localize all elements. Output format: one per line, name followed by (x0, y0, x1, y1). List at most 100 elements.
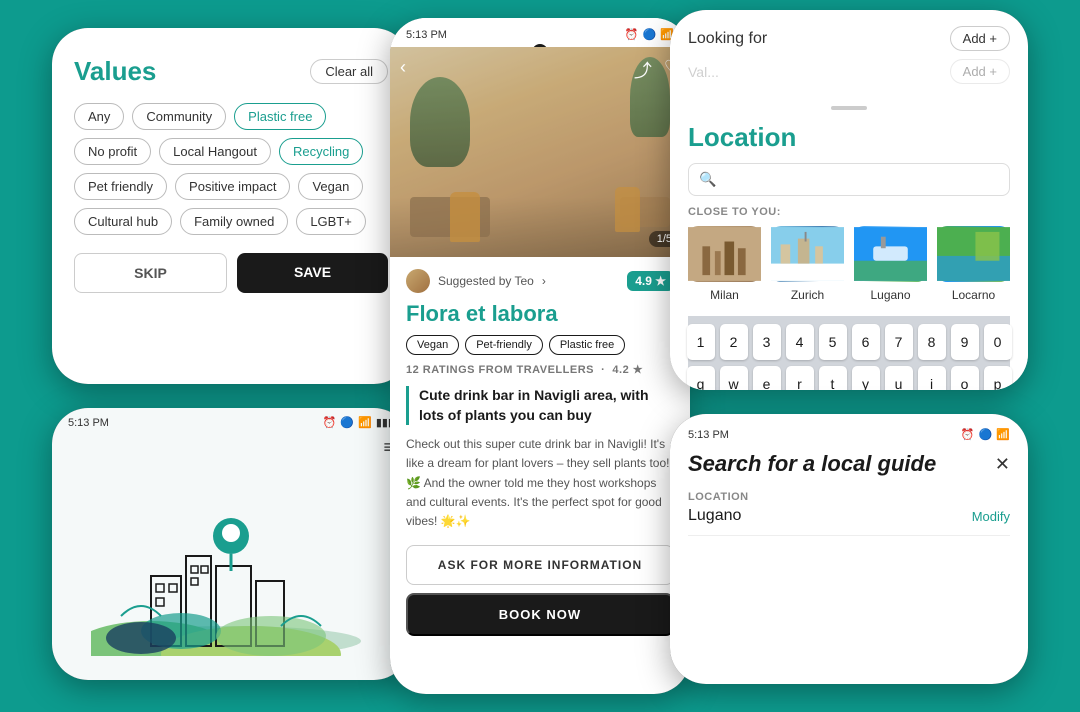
status-bar: 5:13 PM ⏰🔵📶▮▮▮ (52, 408, 410, 433)
city-milan-image (688, 226, 761, 282)
status-icons: ⏰🔵📶▮▮▮ (323, 416, 394, 429)
keyboard: 1 2 3 4 5 6 7 8 9 0 q w e r t y (688, 316, 1010, 390)
hamburger-menu[interactable]: ≡ (52, 433, 410, 466)
city-zurich-image (771, 226, 844, 282)
key-r[interactable]: r (786, 366, 814, 390)
tag-community[interactable]: Community (132, 103, 226, 130)
sheet-handle (831, 106, 867, 110)
suggested-by-text: Suggested by Teo (438, 274, 534, 288)
key-3[interactable]: 3 (753, 324, 781, 360)
restaurant-image: ‹ ⤴ ♡ 1/5 (390, 47, 690, 257)
city-lugano[interactable]: Lugano (854, 226, 927, 304)
key-9[interactable]: 9 (951, 324, 979, 360)
key-q[interactable]: q (687, 366, 715, 390)
city-lugano-name: Lugano (870, 288, 910, 302)
location-header: Looking for Add + Val... Add + (670, 10, 1028, 84)
key-0[interactable]: 0 (984, 324, 1012, 360)
values-tags: Any Community Plastic free No profit Loc… (74, 103, 388, 235)
location-sheet: Location 🔍 CLOSE TO YOU: Milan Zurich (670, 92, 1028, 390)
place-name: Flora et labora (406, 301, 674, 327)
looking-for-row: Looking for Add + (688, 26, 1010, 51)
add-button[interactable]: Add + (950, 26, 1010, 51)
suggested-row: Suggested by Teo › 4.9 ★ (406, 269, 674, 293)
tag-recycling[interactable]: Recycling (279, 138, 363, 165)
key-o[interactable]: o (951, 366, 979, 390)
close-button[interactable]: ✕ (995, 454, 1010, 475)
cities-row: Milan Zurich Lugano (688, 226, 1010, 304)
detail-status-icons: ⏰🔵📶 (625, 28, 674, 41)
tag-no-profit[interactable]: No profit (74, 138, 151, 165)
tag-cultural-hub[interactable]: Cultural hub (74, 208, 172, 235)
save-button[interactable]: SAVE (237, 253, 388, 293)
clear-all-button[interactable]: Clear all (310, 59, 388, 84)
tag-any[interactable]: Any (74, 103, 124, 130)
place-quote: Cute drink bar in Navigli area, with lot… (406, 386, 674, 425)
illustration-area (52, 466, 410, 666)
location-title: Location (688, 122, 1010, 153)
looking-for-label: Looking for (688, 30, 767, 48)
detail-phone: 5:13 PM ⏰🔵📶 ‹ ⤴ ♡ 1/5 (390, 18, 690, 694)
city-zurich[interactable]: Zurich (771, 226, 844, 304)
place-tag-vegan[interactable]: Vegan (406, 335, 459, 355)
modify-button[interactable]: Modify (972, 509, 1010, 524)
key-w[interactable]: w (720, 366, 748, 390)
detail-content: Suggested by Teo › 4.9 ★ Flora et labora… (390, 257, 690, 694)
city-milan[interactable]: Milan (688, 226, 761, 304)
city-locarno[interactable]: Locarno (937, 226, 1010, 304)
ratings-count: 12 RATINGS FROM TRAVELLERS (406, 364, 594, 376)
key-i[interactable]: i (918, 366, 946, 390)
key-y[interactable]: y (852, 366, 880, 390)
add-label: Add + (963, 31, 997, 46)
search-status-time: 5:13 PM (688, 429, 729, 441)
tag-local-hangout[interactable]: Local Hangout (159, 138, 271, 165)
back-button[interactable]: ‹ (400, 57, 406, 78)
key-6[interactable]: 6 (852, 324, 880, 360)
tag-pet-friendly[interactable]: Pet friendly (74, 173, 167, 200)
tag-plastic-free[interactable]: Plastic free (234, 103, 326, 130)
share-button[interactable]: ⤴ (634, 57, 652, 83)
book-now-button[interactable]: BOOK NOW (406, 593, 674, 636)
add-button-2[interactable]: Add + (950, 59, 1010, 84)
tag-lgbt[interactable]: LGBT+ (296, 208, 366, 235)
key-p[interactable]: p (984, 366, 1012, 390)
search-guide-phone: 5:13 PM ⏰🔵📶 Search for a local guide ✕ L… (670, 414, 1028, 684)
keyboard-row-numbers: 1 2 3 4 5 6 7 8 9 0 (692, 324, 1006, 360)
city-milan-name: Milan (710, 288, 739, 302)
chevron-right-icon: › (542, 274, 546, 288)
suggested-info: Suggested by Teo › (406, 269, 546, 293)
key-u[interactable]: u (885, 366, 913, 390)
values-title: Values (74, 56, 156, 87)
place-description: Check out this super cute drink bar in N… (406, 435, 674, 531)
search-icon: 🔍 (699, 171, 716, 188)
key-5[interactable]: 5 (819, 324, 847, 360)
tag-family-owned[interactable]: Family owned (180, 208, 288, 235)
key-t[interactable]: t (819, 366, 847, 390)
place-tag-pet-friendly[interactable]: Pet-friendly (465, 335, 543, 355)
place-tag-plastic-free[interactable]: Plastic free (549, 335, 625, 355)
key-1[interactable]: 1 (687, 324, 715, 360)
tag-vegan[interactable]: Vegan (298, 173, 363, 200)
key-2[interactable]: 2 (720, 324, 748, 360)
location-phone: Looking for Add + Val... Add + Location … (670, 10, 1028, 390)
keyboard-row-qwerty: q w e r t y u i o p (692, 366, 1006, 390)
location-field-value: Lugano (688, 507, 741, 525)
location-search-input[interactable] (722, 172, 999, 188)
key-7[interactable]: 7 (885, 324, 913, 360)
key-8[interactable]: 8 (918, 324, 946, 360)
city-locarno-image (937, 226, 1010, 282)
location-search-bar[interactable]: 🔍 (688, 163, 1010, 196)
location-field-row: Lugano Modify (688, 507, 1010, 536)
status-time: 5:13 PM (68, 417, 109, 429)
avatar (406, 269, 430, 293)
search-status-icons: ⏰🔵📶 (961, 428, 1010, 441)
city-locarno-name: Locarno (952, 288, 995, 302)
search-title-row: Search for a local guide ✕ (688, 451, 1010, 477)
ratings-row: 12 RATINGS FROM TRAVELLERS · 4.2 ★ (406, 363, 674, 376)
key-e[interactable]: e (753, 366, 781, 390)
key-4[interactable]: 4 (786, 324, 814, 360)
ask-info-button[interactable]: ASK FOR MORE INFORMATION (406, 545, 674, 585)
place-tags: Vegan Pet-friendly Plastic free (406, 335, 674, 355)
close-to-you-label: CLOSE TO YOU: (688, 206, 1010, 218)
skip-button[interactable]: SKIP (74, 253, 227, 293)
tag-positive-impact[interactable]: Positive impact (175, 173, 290, 200)
